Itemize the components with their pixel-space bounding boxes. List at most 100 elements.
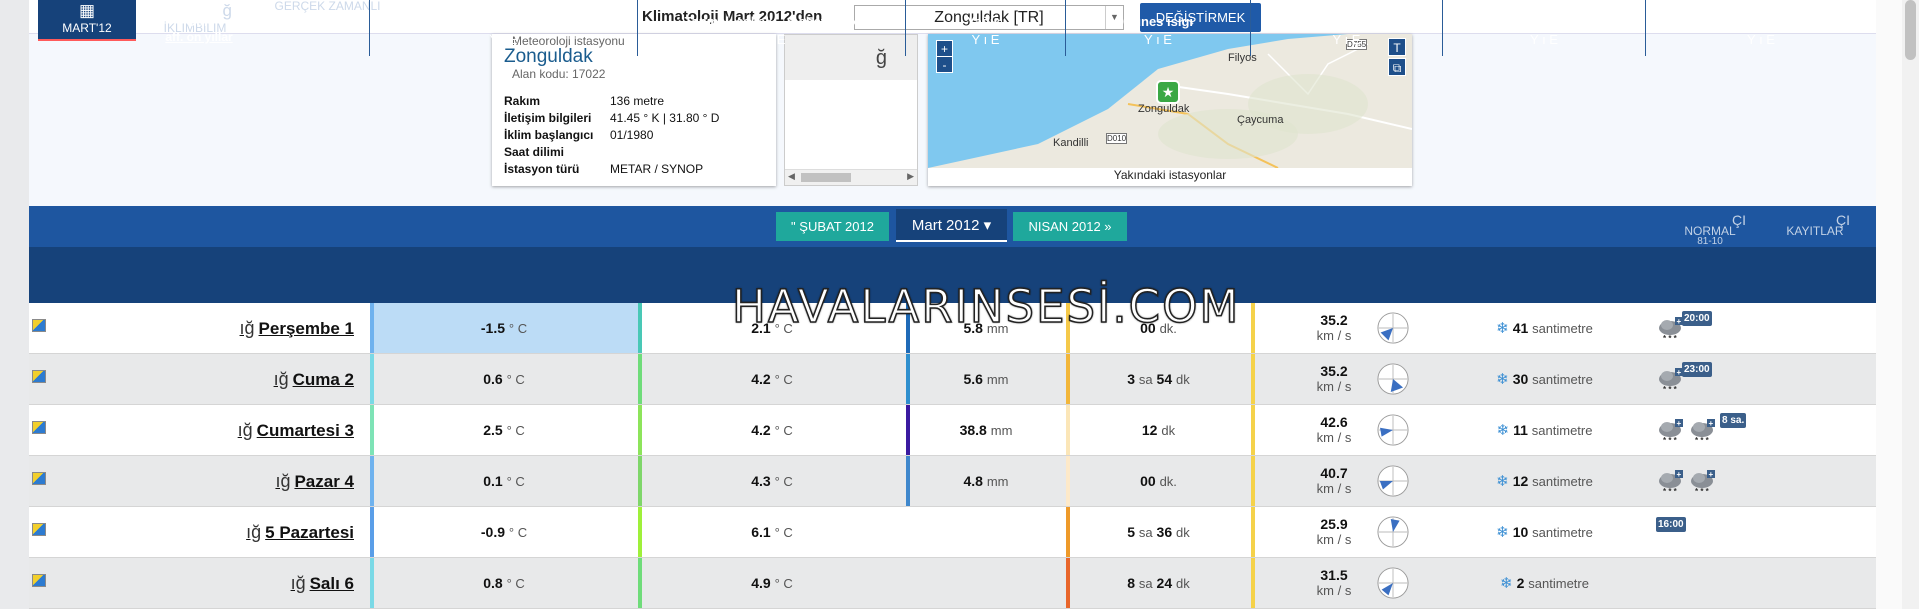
snow-cloud-icon: * * * + xyxy=(1656,364,1684,394)
sun-cell: 00 dk. xyxy=(1066,456,1251,506)
station-area-code: Alan kodu: 17022 xyxy=(512,67,606,81)
scroll-right-icon[interactable]: ▶ xyxy=(907,171,914,182)
normal-link[interactable]: ÇI NORMAL 81-10 xyxy=(1680,212,1746,247)
sun-minutes: 00 xyxy=(1140,473,1156,489)
prev-month-button[interactable]: " ŞUBAT 2012 xyxy=(776,212,889,241)
wind-value: 25.9 km / s xyxy=(1299,516,1369,548)
tmin-bar xyxy=(370,456,374,506)
wind-direction-icon xyxy=(1377,414,1409,446)
tmin-bar xyxy=(370,558,374,608)
col-title: Tapınak şakak .. mabet. min xyxy=(418,14,589,29)
day-link[interactable]: ığ 5 Pazartesi xyxy=(246,507,354,558)
day-label: 5 Pazartesi xyxy=(265,523,354,542)
station-photo-panel: ğ ◀ ▶ xyxy=(784,34,918,186)
tmax-cell: 4.2 ° C xyxy=(638,354,906,404)
wind-speed: 31.5 xyxy=(1320,567,1348,583)
temp-unit: ° C xyxy=(506,372,525,387)
map-label: Zonguldak xyxy=(1138,103,1190,115)
col-title: Yağış. xyxy=(966,14,1005,29)
snow-value: 11 xyxy=(1513,422,1528,438)
current-month-dropdown[interactable]: Mart 2012 ▾ xyxy=(896,209,1007,242)
scroll-thumb[interactable] xyxy=(801,173,851,182)
col-wind-header[interactable]: Max patlama Y ı E xyxy=(1251,0,1443,56)
observed-cell xyxy=(1646,558,1876,608)
time-tag: 20:00 xyxy=(1682,311,1712,326)
tmin-value: 0.8 xyxy=(483,575,503,591)
station-field-row: Saat dilimi xyxy=(504,143,719,160)
day-link[interactable]: ığ Pazar 4 xyxy=(275,456,354,507)
map-caption: Yakındaki istasyonlar xyxy=(1113,168,1227,182)
tmax-value: 4.9 xyxy=(751,575,771,591)
tmin-cell: 0.6 ° C xyxy=(370,354,638,404)
snow-cell: ❄ 10 santimetre xyxy=(1443,507,1646,557)
precip-cell: 4.8 mm xyxy=(906,456,1066,506)
weather-glyph-icon: ığ xyxy=(246,522,262,542)
wind-speed: 35.2 xyxy=(1320,312,1348,328)
table-row: ığ 5 Pazartesi -0.9 ° C 6.1 ° C 5 sa 36 dk 2… xyxy=(29,507,1876,558)
col-sub: Y ı E xyxy=(1530,32,1558,47)
day-label: Pazar 4 xyxy=(294,472,354,491)
wind-bar xyxy=(1251,405,1255,455)
snow-value: 41 xyxy=(1512,320,1529,336)
day-link[interactable]: ığ Cuma 2 xyxy=(274,354,354,405)
weather-glyph-icon: ığ xyxy=(275,471,291,491)
precip-bar xyxy=(906,456,910,506)
snow-value: 30 xyxy=(1512,371,1529,387)
col-observed-header[interactable]: Gözlemlenen zaman Y ı E xyxy=(1646,0,1876,56)
table-row: ığ Pazar 4 0.1 ° C 4.3 ° C 4.8 mm 00 dk. 40.7 k… xyxy=(29,456,1876,507)
field-key: Rakım xyxy=(504,93,541,108)
station-field-row: İletişim bilgileri 41.45 ° K | 31.80 ° D xyxy=(504,109,719,126)
col-tmax-header[interactable]: Tapınak şakak .. mabet. max Y ı E xyxy=(638,0,906,56)
tmin-bar xyxy=(370,507,374,557)
col-sub: Y ı E xyxy=(1332,32,1361,47)
col-precip-header[interactable]: Yağış. Y ı E xyxy=(906,0,1066,56)
day-link[interactable]: ığ Cumartesi 3 xyxy=(238,405,354,456)
tmin-value: -0.9 xyxy=(480,524,506,540)
wind-cell: 35.2 km / s xyxy=(1251,354,1443,404)
records-link[interactable]: ÇI KAYITLAR xyxy=(1780,212,1850,238)
scroll-left-icon[interactable]: ◀ xyxy=(788,171,795,182)
sun-cell: 5 sa 36 dk xyxy=(1066,507,1251,557)
wind-speed: 42.6 xyxy=(1320,414,1348,430)
temp-unit: ° C xyxy=(774,525,793,540)
col-sun-header[interactable]: Gunes isigi Y ı E xyxy=(1066,0,1251,56)
tmin-cell: 0.8 ° C xyxy=(370,558,638,608)
decades-link[interactable]: aff. on yıllar xyxy=(29,30,369,44)
col-snow-header[interactable]: Maksimum kar Y ı E xyxy=(1443,0,1646,56)
wind-direction-icon xyxy=(1377,567,1409,599)
precip-unit: mm xyxy=(986,474,1009,489)
col-tmin-header[interactable]: Tapınak şakak .. mabet. min Y ı E xyxy=(370,0,638,56)
wind-speed: 40.7 xyxy=(1320,465,1348,481)
sun-hours-unit: sa xyxy=(1138,576,1153,591)
tmax-cell: 4.3 ° C xyxy=(638,456,906,506)
day-link[interactable]: ığ Salı 6 xyxy=(291,558,354,609)
wind-bar xyxy=(1251,507,1255,557)
precip-cell: 5.6 mm xyxy=(906,354,1066,404)
page-scrollbar[interactable] xyxy=(1902,0,1919,609)
station-field-row: Rakım 136 metre xyxy=(504,92,719,109)
precip-cell xyxy=(906,558,1066,608)
wind-bar xyxy=(1251,558,1255,608)
tmin-value: 0.1 xyxy=(483,473,503,489)
next-month-button[interactable]: NISAN 2012 » xyxy=(1013,212,1127,241)
wind-bar xyxy=(1251,354,1255,404)
sun-minutes-unit: dk. xyxy=(1159,474,1177,489)
temp-unit: ° C xyxy=(506,474,525,489)
snowflake-icon: ❄ xyxy=(1496,422,1510,439)
precip-bar xyxy=(906,405,910,455)
records-label: KAYITLAR xyxy=(1786,224,1844,238)
sun-minutes-unit: dk xyxy=(1176,525,1190,540)
map-fullscreen-icon[interactable]: ⧉ xyxy=(1388,58,1406,76)
day-link[interactable]: ığ Perşembe 1 xyxy=(240,303,354,354)
photo-scrollbar[interactable]: ◀ ▶ xyxy=(785,169,917,185)
station-field-row: İstasyon türü METAR / SYNOP xyxy=(504,160,719,177)
page-scroll-thumb[interactable] xyxy=(1905,0,1916,60)
svg-text:+: + xyxy=(1677,317,1682,326)
precip-unit: mm xyxy=(990,423,1013,438)
map-zoom-out-button[interactable]: - xyxy=(936,56,953,73)
station-map[interactable]: ★ + - T ⧉ Filyos Zonguldak Çaycuma Kandi… xyxy=(928,34,1412,186)
sun-minutes-unit: dk xyxy=(1176,576,1190,591)
temp-unit: ° C xyxy=(506,576,525,591)
wind-value: 31.5 km / s xyxy=(1299,567,1369,599)
field-value: 41.45 ° K | 31.80 ° D xyxy=(610,110,720,125)
